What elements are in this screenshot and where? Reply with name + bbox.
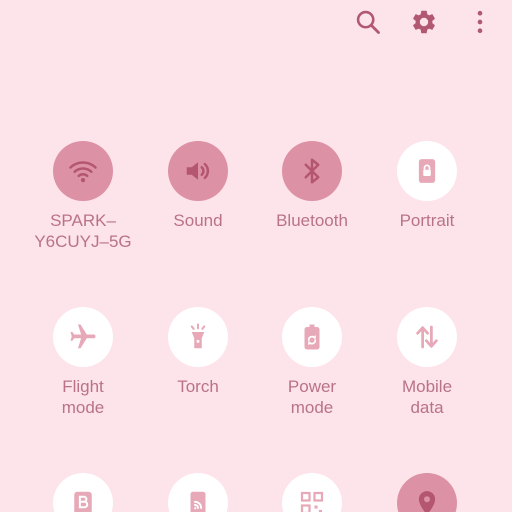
search-icon [356, 10, 380, 34]
tile-wifi-toggle[interactable] [53, 141, 113, 201]
more-options-button[interactable] [462, 4, 498, 40]
location-icon [418, 491, 436, 512]
bluetooth-icon [304, 158, 320, 184]
tile-mobile-data[interactable]: Mobile data [370, 307, 484, 418]
tile-b[interactable] [26, 473, 140, 512]
tile-qr-scanner[interactable] [255, 473, 369, 512]
tile-portrait[interactable]: Portrait [370, 141, 484, 231]
top-action-bar [330, 4, 498, 40]
battery-recycle-icon [304, 324, 320, 350]
tile-torch[interactable]: Torch [141, 307, 255, 397]
tile-wifi[interactable]: SPARK– Y6CUYJ–5G [26, 141, 140, 252]
tile-sound[interactable]: Sound [141, 141, 255, 231]
tile-torch-label: Torch [177, 377, 219, 396]
settings-button[interactable] [406, 4, 442, 40]
tile-cast-toggle[interactable] [168, 473, 228, 512]
tile-power-mode[interactable]: Power mode [255, 307, 369, 418]
mobile-data-icon [416, 325, 438, 349]
quick-settings-panel: SPARK– Y6CUYJ–5G Sound Bluetooth Portrai… [0, 0, 512, 512]
airplane-icon [70, 324, 96, 349]
tile-flight-mode-toggle[interactable] [53, 307, 113, 367]
tile-power-mode-toggle[interactable] [282, 307, 342, 367]
tile-sound-label: Sound [173, 211, 223, 230]
gear-icon [413, 10, 435, 34]
tile-cast[interactable] [141, 473, 255, 512]
tile-power-mode-label: Power mode [287, 377, 337, 417]
flashlight-icon [190, 323, 206, 349]
tile-flight-mode[interactable]: Flight mode [26, 307, 140, 418]
wifi-icon [69, 161, 97, 183]
tile-location-toggle[interactable] [397, 473, 457, 512]
tile-flight-mode-label: Flight mode [61, 377, 105, 417]
search-button[interactable] [350, 4, 386, 40]
tile-location[interactable] [370, 473, 484, 512]
more-vert-icon [477, 10, 483, 34]
tile-portrait-toggle[interactable] [397, 141, 457, 201]
portrait-lock-icon [418, 159, 436, 183]
tile-mobile-data-label: Mobile data [401, 377, 453, 417]
cast-icon [190, 491, 206, 512]
tile-bluetooth-toggle[interactable] [282, 141, 342, 201]
qr-code-icon [300, 491, 324, 512]
tile-mobile-data-toggle[interactable] [397, 307, 457, 367]
tile-b-toggle[interactable] [53, 473, 113, 512]
tile-wifi-label: SPARK– Y6CUYJ–5G [34, 211, 132, 251]
tile-portrait-label: Portrait [399, 211, 455, 230]
tile-sound-toggle[interactable] [168, 141, 228, 201]
tile-torch-toggle[interactable] [168, 307, 228, 367]
tile-bluetooth[interactable]: Bluetooth [255, 141, 369, 231]
tile-bluetooth-label: Bluetooth [276, 211, 348, 230]
b-icon [74, 491, 92, 512]
sound-icon [186, 162, 210, 180]
tile-qr-scanner-toggle[interactable] [282, 473, 342, 512]
